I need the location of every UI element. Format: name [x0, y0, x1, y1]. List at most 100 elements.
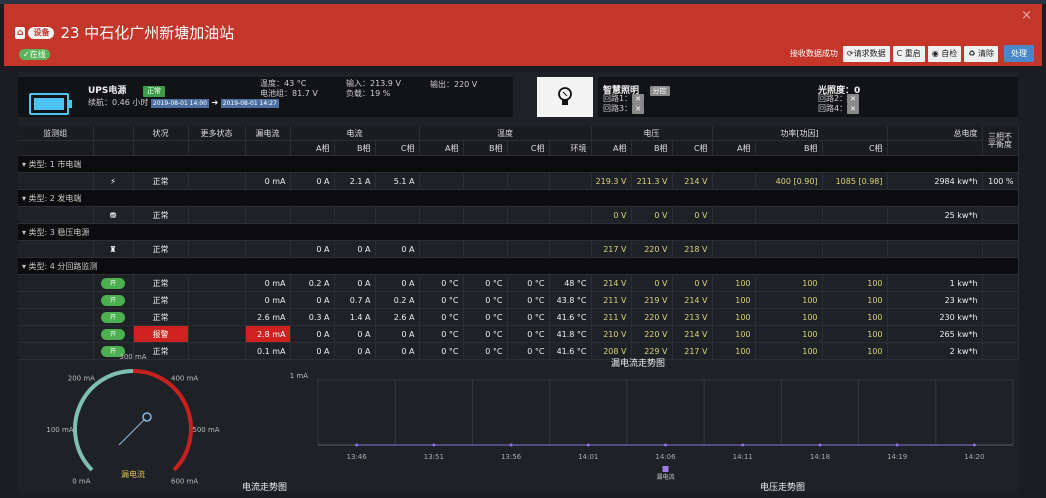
table-row: 开正常 0 mA 0 A 0.7 A 0.2 A0 °C 0 °C 0 °C 43.8 °C 2…	[18, 291, 1019, 309]
leakage-gauge: 0 mA 100 mA 200 mA 300 mA 400 mA 500 mA 600 mA…	[46, 354, 219, 486]
switch-on-toggle[interactable]: 开	[101, 294, 125, 306]
x-tick-label: 14:18	[810, 453, 830, 461]
power-cell: 100	[712, 308, 756, 326]
temperature-cell: 0 °C	[463, 342, 508, 360]
data-point	[509, 443, 513, 447]
gauge-tick-label: 200 mA	[68, 374, 95, 382]
col-total-energy: 总电度	[887, 126, 983, 141]
process-button[interactable]: 处理	[1004, 45, 1034, 62]
group-header-row[interactable]: ▾ 类型: 1 市电端	[18, 155, 1019, 173]
voltage-cell: 211 V	[591, 291, 632, 309]
energy-cell: 230 kw*h	[887, 308, 983, 326]
unbalance-cell	[982, 274, 1019, 292]
switch-on-toggle[interactable]: 开	[101, 311, 125, 323]
unbalance-cell	[982, 291, 1019, 309]
temperature-cell	[549, 172, 592, 190]
more-status-cell	[188, 291, 246, 309]
power-cell: 100	[755, 291, 823, 309]
unbalance-cell	[982, 240, 1019, 258]
header-actions: 接收数据成功 ⟳请求数据 C 重启 ◉ 自检 ♻ 清除 处理	[790, 45, 1034, 62]
request-data-button[interactable]: ⟳请求数据	[842, 45, 890, 62]
power-cell: 400 [0.90]	[755, 172, 823, 190]
clear-button[interactable]: ♻ 清除	[964, 45, 998, 62]
temperature-cell	[419, 206, 464, 224]
col-more-status: 更多状态	[188, 126, 246, 141]
voltage-cell: 214 V	[672, 291, 713, 309]
group-header-row[interactable]: ▾ 类型: 2 发电端	[18, 189, 1019, 207]
power-cell: 100	[755, 325, 823, 343]
gauge-arc	[73, 369, 134, 472]
x-tick-label: 14:11	[733, 453, 753, 461]
current-cell	[375, 206, 420, 224]
circuit-2-toggle[interactable]: ✕	[847, 94, 859, 104]
row-spacer	[18, 274, 94, 292]
device-icon: ⛃	[109, 210, 117, 220]
power-cell: 100	[712, 291, 756, 309]
group-label[interactable]: ▾ 类型: 2 发电端	[18, 189, 1019, 207]
col-temperature: 温度	[419, 126, 592, 141]
switch-on-toggle[interactable]: 开	[101, 328, 125, 340]
data-point	[355, 443, 359, 447]
online-status-badge: ✓在线	[19, 49, 50, 60]
battery-icon	[29, 93, 72, 115]
group-header-row[interactable]: ▾ 类型: 3 稳压电源	[18, 223, 1019, 241]
voltage-cell: 0 V	[591, 206, 632, 224]
circuit-1-toggle[interactable]: ✕	[632, 94, 644, 104]
device-badge: 设备	[28, 26, 55, 39]
temperature-cell: 0 °C	[419, 325, 464, 343]
group-label[interactable]: ▾ 类型: 3 稳压电源	[18, 223, 1019, 241]
current-cell: 2.6 A	[375, 308, 420, 326]
energy-cell: 2 kw*h	[887, 342, 983, 360]
row-spacer	[18, 206, 94, 224]
col-t-a: A相	[419, 140, 464, 156]
leakage-cell: 0 mA	[245, 291, 291, 309]
temperature-cell: 0 °C	[507, 274, 550, 292]
device-type-icon: ⌂	[15, 26, 26, 39]
power-cell: 100	[755, 342, 823, 360]
circuit-3-toggle[interactable]: ✕	[632, 104, 644, 114]
group-label[interactable]: ▾ 类型: 4 分回路监测	[18, 257, 1019, 275]
restart-button[interactable]: C 重启	[892, 45, 925, 62]
temperature-cell: 0 °C	[419, 342, 464, 360]
circuit-4-toggle[interactable]: ✕	[847, 104, 859, 114]
energy-cell: 25 kw*h	[887, 206, 983, 224]
current-cell: 0.7 A	[334, 291, 376, 309]
unbalance-cell	[982, 325, 1019, 343]
power-cell	[712, 240, 756, 258]
current-cell	[334, 206, 376, 224]
row-icon-cell: 开	[93, 291, 134, 309]
current-cell: 0 A	[334, 274, 376, 292]
voltage-cell: 0 V	[672, 206, 713, 224]
col-p-c: C相	[822, 140, 888, 156]
ups-status-badge: 正常	[142, 86, 165, 97]
current-cell: 0 A	[290, 172, 335, 190]
row-spacer	[18, 240, 94, 258]
data-point	[664, 443, 667, 447]
gauge-needle	[118, 418, 146, 446]
power-cell	[822, 206, 888, 224]
x-tick-label: 13:56	[501, 453, 522, 461]
leakage-cell	[245, 206, 291, 224]
leakage-cell: 0.1 mA	[245, 342, 291, 360]
switch-on-toggle[interactable]: 开	[101, 277, 125, 289]
voltage-cell: 218 V	[672, 240, 713, 258]
light-bulb-icon	[558, 87, 572, 105]
current-cell: 1.4 A	[334, 308, 376, 326]
group-label[interactable]: ▾ 类型: 1 市电端	[18, 155, 1019, 173]
row-icon-cell: 开	[93, 308, 134, 326]
temperature-cell: 0 °C	[419, 291, 464, 309]
current-trend-title: 电流走势图	[242, 483, 288, 493]
energy-cell: 2984 kw*h	[887, 172, 983, 190]
temperature-cell	[507, 240, 550, 258]
status-cell: 正常	[133, 274, 189, 292]
row-spacer	[18, 308, 94, 326]
group-header-row[interactable]: ▾ 类型: 4 分回路监测	[18, 257, 1019, 275]
energy-cell: 265 kw*h	[887, 325, 983, 343]
col-current: 电流	[290, 126, 420, 141]
close-icon[interactable]: ×	[1021, 8, 1032, 23]
temperature-cell: 0 °C	[507, 325, 550, 343]
temperature-cell: 41.6 °C	[549, 342, 592, 360]
self-check-button[interactable]: ◉ 自检	[927, 45, 962, 62]
x-tick-label: 14:20	[964, 453, 984, 461]
status-cell: 正常	[133, 172, 189, 190]
